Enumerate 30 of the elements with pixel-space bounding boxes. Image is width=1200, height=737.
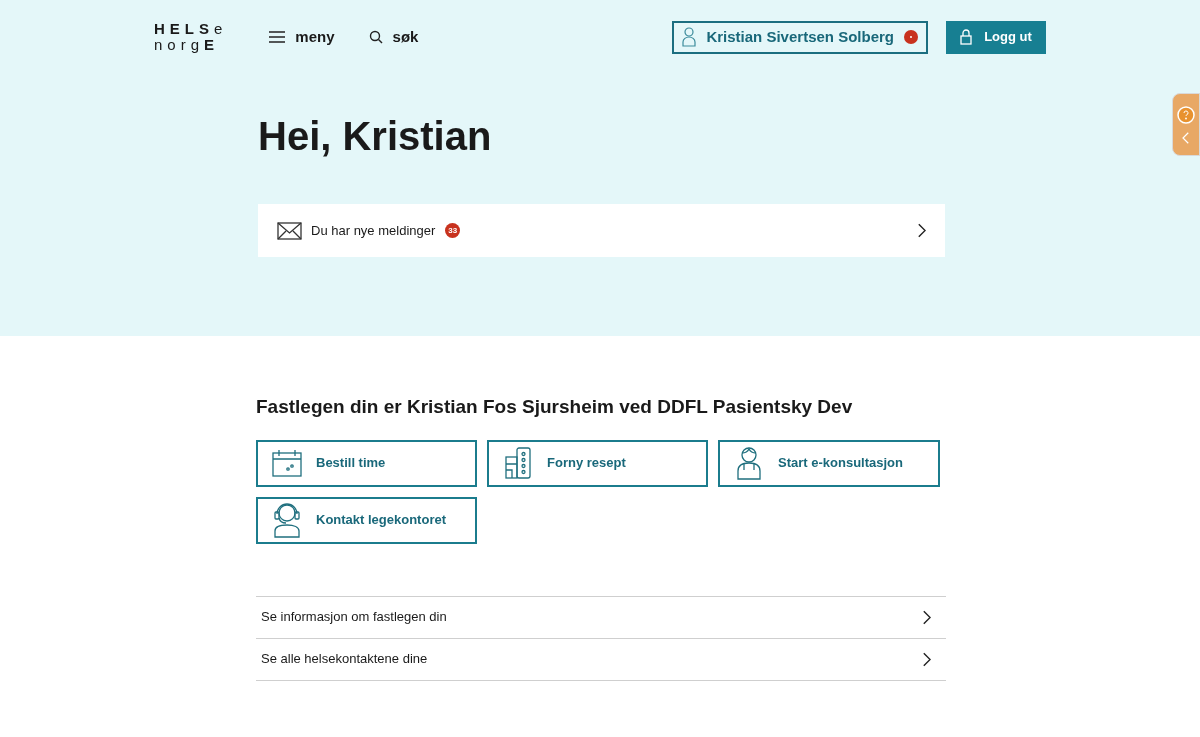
list-link[interactable]: Se alle helsekontaktene dine xyxy=(256,638,946,681)
chevron-right-icon xyxy=(917,223,926,238)
doctor-icon xyxy=(737,446,761,480)
chevron-right-icon xyxy=(922,651,931,667)
list-link[interactable]: Se informasjon om fastlegen din xyxy=(256,596,946,639)
action-button[interactable]: Start e-konsultasjon xyxy=(718,439,940,487)
logout-button[interactable]: Logg ut xyxy=(946,20,1046,54)
headset-person-icon xyxy=(272,502,302,538)
action-button[interactable]: Bestill time xyxy=(256,439,477,487)
lock-icon xyxy=(960,29,973,45)
pill-pack-icon xyxy=(505,447,531,479)
calendar-icon xyxy=(272,449,302,477)
help-icon xyxy=(1177,105,1195,124)
chevron-right-icon xyxy=(922,609,931,625)
person-icon xyxy=(682,27,697,47)
helsenorge-logo[interactable]: HELS e norg E xyxy=(154,21,228,53)
user-profile-button[interactable]: Kristian Sivertsen Solberg xyxy=(672,20,928,54)
action-button[interactable]: Forny resept xyxy=(487,439,708,487)
search-button[interactable]: søk xyxy=(368,25,419,49)
chevron-left-icon xyxy=(1182,131,1190,144)
gp-heading: Fastlegen din er Kristian Fos Sjursheim ved DDFL Pasientsky Dev xyxy=(256,395,854,419)
menu-button[interactable]: meny xyxy=(269,25,335,49)
greeting-heading: Hei, Kristian xyxy=(258,113,493,160)
menu-icon xyxy=(269,31,286,43)
search-icon xyxy=(368,30,383,44)
help-side-tab[interactable] xyxy=(1172,93,1200,156)
action-button[interactable]: Kontakt legekontoret xyxy=(256,496,477,544)
message-count-badge: 33 xyxy=(445,223,461,238)
messages-link[interactable]: Du har nye meldinger 33 xyxy=(258,204,945,257)
envelope-icon xyxy=(277,221,302,240)
